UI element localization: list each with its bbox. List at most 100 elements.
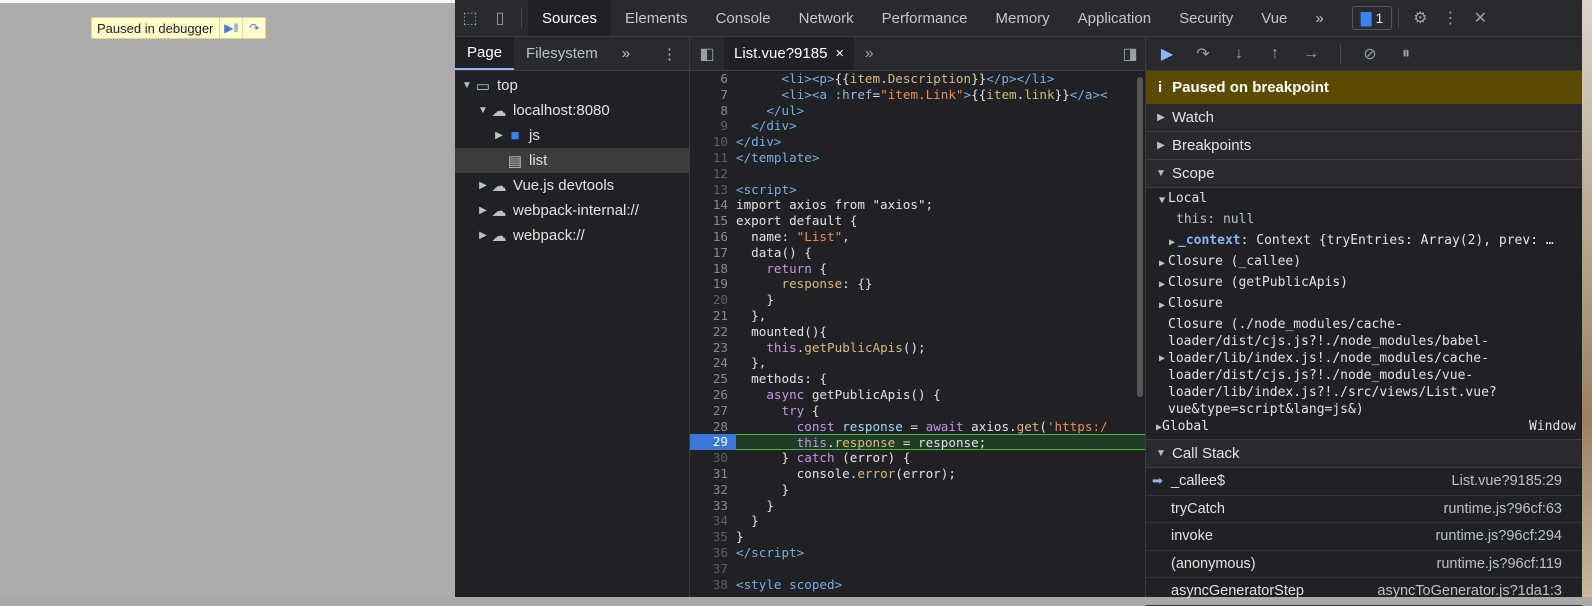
code-line[interactable]: 24 }, xyxy=(690,355,1145,371)
editor-scrollbar[interactable] xyxy=(1137,77,1143,397)
frame-location[interactable]: runtime.js?96cf:63 xyxy=(1444,501,1562,517)
code-line[interactable]: 32 } xyxy=(690,482,1145,498)
device-toolbar-icon[interactable]: ▯ xyxy=(485,0,515,36)
line-number[interactable]: 8 xyxy=(690,103,736,119)
expand-icon[interactable]: ▶ xyxy=(477,230,489,241)
scope-local[interactable]: ▼ Local xyxy=(1146,188,1582,211)
deactivate-breakpoints-icon[interactable]: ⊘ xyxy=(1357,41,1383,67)
frame-location[interactable]: runtime.js?96cf:119 xyxy=(1437,556,1562,572)
tab-page[interactable]: Page xyxy=(455,37,515,70)
tab-filesystem[interactable]: Filesystem xyxy=(514,37,610,70)
close-icon[interactable]: ✕ xyxy=(1465,0,1495,36)
code-view[interactable]: 6 <li><p>{{item.Description}}</p></li> 7 … xyxy=(690,71,1145,597)
line-number[interactable]: 37 xyxy=(690,561,736,577)
line-number[interactable]: 38 xyxy=(690,577,736,593)
tree-item[interactable]: ▶ ☁ Vue.js devtools xyxy=(455,173,689,198)
code-line[interactable]: 6 <li><p>{{item.Description}}</p></li> xyxy=(690,71,1145,87)
line-number[interactable]: 20 xyxy=(690,292,736,308)
step-over-icon[interactable]: ↷ xyxy=(1190,41,1216,67)
code-line[interactable]: 17 data() { xyxy=(690,245,1145,261)
code-line[interactable]: 11 </template> xyxy=(690,150,1145,166)
expand-icon[interactable]: ▶ xyxy=(477,205,489,216)
tab-vue[interactable]: Vue xyxy=(1247,0,1301,36)
code-line[interactable]: 34 } xyxy=(690,513,1145,529)
resume-icon[interactable]: ▶‖ xyxy=(219,18,242,38)
collapse-icon[interactable]: ▼ xyxy=(477,105,489,116)
code-line[interactable]: 12 xyxy=(690,166,1145,182)
line-number[interactable]: 28 xyxy=(690,419,736,435)
tab-memory[interactable]: Memory xyxy=(982,0,1064,36)
scope-var-context[interactable]: ▶ _context: Context {tryEntries: Array(2)… xyxy=(1146,232,1582,253)
code-line[interactable]: 18 return { xyxy=(690,261,1145,277)
more-tabs-button[interactable]: » xyxy=(1301,0,1337,36)
line-number[interactable]: 34 xyxy=(690,513,736,529)
code-line[interactable]: 22 mounted(){ xyxy=(690,324,1145,340)
code-line[interactable]: 35} xyxy=(690,529,1145,545)
code-line[interactable]: 20 } xyxy=(690,292,1145,308)
issues-button[interactable]: ▇ 1 xyxy=(1351,6,1393,30)
code-line[interactable]: 36 </script> xyxy=(690,545,1145,561)
step-over-icon[interactable]: ↷ xyxy=(242,18,265,38)
line-number[interactable]: 10 xyxy=(690,134,736,150)
frame-location[interactable]: runtime.js?96cf:294 xyxy=(1435,528,1562,544)
line-number[interactable]: 35 xyxy=(690,529,736,545)
tree-item[interactable]: ▶ ☁ webpack-internal:// xyxy=(455,198,689,223)
tree-item[interactable]: ▶ ■ js xyxy=(455,123,689,148)
line-number[interactable]: 11 xyxy=(690,150,736,166)
resume-icon[interactable]: ▶ xyxy=(1154,41,1180,67)
tree-item[interactable]: ▶ ☁ webpack:// xyxy=(455,223,689,248)
line-number[interactable]: 24 xyxy=(690,355,736,371)
line-number[interactable]: 23 xyxy=(690,340,736,356)
code-line[interactable]: 26 async getPublicApis() { xyxy=(690,387,1145,403)
line-number[interactable]: 12 xyxy=(690,166,736,182)
breakpoints-section[interactable]: ▶ Breakpoints xyxy=(1146,132,1582,160)
breakpoint-line[interactable]: 29 this.response = response; xyxy=(690,434,1145,450)
code-line[interactable]: 23 this.getPublicApis(); xyxy=(690,340,1145,356)
collapse-icon[interactable]: ▼ xyxy=(461,80,473,91)
line-number[interactable]: 13 xyxy=(690,182,736,198)
code-line[interactable]: 28 const response = await axios.get('htt… xyxy=(690,419,1145,435)
code-line[interactable]: 38 <style scoped> xyxy=(690,577,1145,593)
line-number[interactable]: 7 xyxy=(690,87,736,103)
more-files-button[interactable]: » xyxy=(854,36,884,72)
tab-sources[interactable]: Sources xyxy=(528,0,612,36)
line-number[interactable]: 29 xyxy=(690,434,736,451)
tree-item[interactable]: ▤ list xyxy=(455,148,689,173)
code-line[interactable]: 8 </ul> xyxy=(690,103,1145,119)
line-number[interactable]: 31 xyxy=(690,466,736,482)
step-out-icon[interactable]: ↑ xyxy=(1262,41,1288,67)
expand-icon[interactable]: ▶ xyxy=(493,130,505,141)
line-number[interactable]: 9 xyxy=(690,118,736,134)
line-number[interactable]: 6 xyxy=(690,71,736,87)
scope-closure[interactable]: ▶ Closure xyxy=(1146,295,1582,316)
line-number[interactable]: 30 xyxy=(690,450,736,466)
tab-network[interactable]: Network xyxy=(785,0,868,36)
scope-closure-module[interactable]: ▶ Closure (./node_modules/cache-loader/di… xyxy=(1146,316,1582,418)
call-frame[interactable]: asyncGeneratorStep asyncToGenerator.js?1d… xyxy=(1146,578,1582,606)
line-number[interactable]: 33 xyxy=(690,498,736,514)
line-number[interactable]: 26 xyxy=(690,387,736,403)
scope-closure-callee[interactable]: ▶ Closure (_callee) xyxy=(1146,253,1582,274)
line-number[interactable]: 19 xyxy=(690,276,736,292)
toggle-navigator-icon[interactable]: ◧ xyxy=(690,36,724,72)
scope-closure-getpublicapis[interactable]: ▶ Closure (getPublicApis) xyxy=(1146,274,1582,295)
watch-section[interactable]: ▶ Watch xyxy=(1146,104,1582,132)
editor-file-tab[interactable]: List.vue?9185 × xyxy=(724,37,855,70)
code-line[interactable]: 19 response: {} xyxy=(690,276,1145,292)
expand-icon[interactable]: ▶ xyxy=(477,180,489,191)
line-number[interactable]: 16 xyxy=(690,229,736,245)
tab-security[interactable]: Security xyxy=(1165,0,1247,36)
call-frame[interactable]: ➡ _callee$ List.vue?9185:29 xyxy=(1146,468,1582,496)
line-number[interactable]: 18 xyxy=(690,261,736,277)
frame-location[interactable]: List.vue?9185:29 xyxy=(1452,473,1562,489)
tab-performance[interactable]: Performance xyxy=(868,0,982,36)
call-frame[interactable]: (anonymous) runtime.js?96cf:119 xyxy=(1146,551,1582,578)
line-number[interactable]: 21 xyxy=(690,308,736,324)
code-line[interactable]: 13 <script> xyxy=(690,182,1145,198)
line-number[interactable]: 27 xyxy=(690,403,736,419)
line-number[interactable]: 15 xyxy=(690,213,736,229)
code-line[interactable]: 37 xyxy=(690,561,1145,577)
toggle-debugger-icon[interactable]: ◨ xyxy=(1115,36,1145,72)
line-number[interactable]: 14 xyxy=(690,197,736,213)
scope-global[interactable]: ▶Global Window xyxy=(1146,418,1582,439)
